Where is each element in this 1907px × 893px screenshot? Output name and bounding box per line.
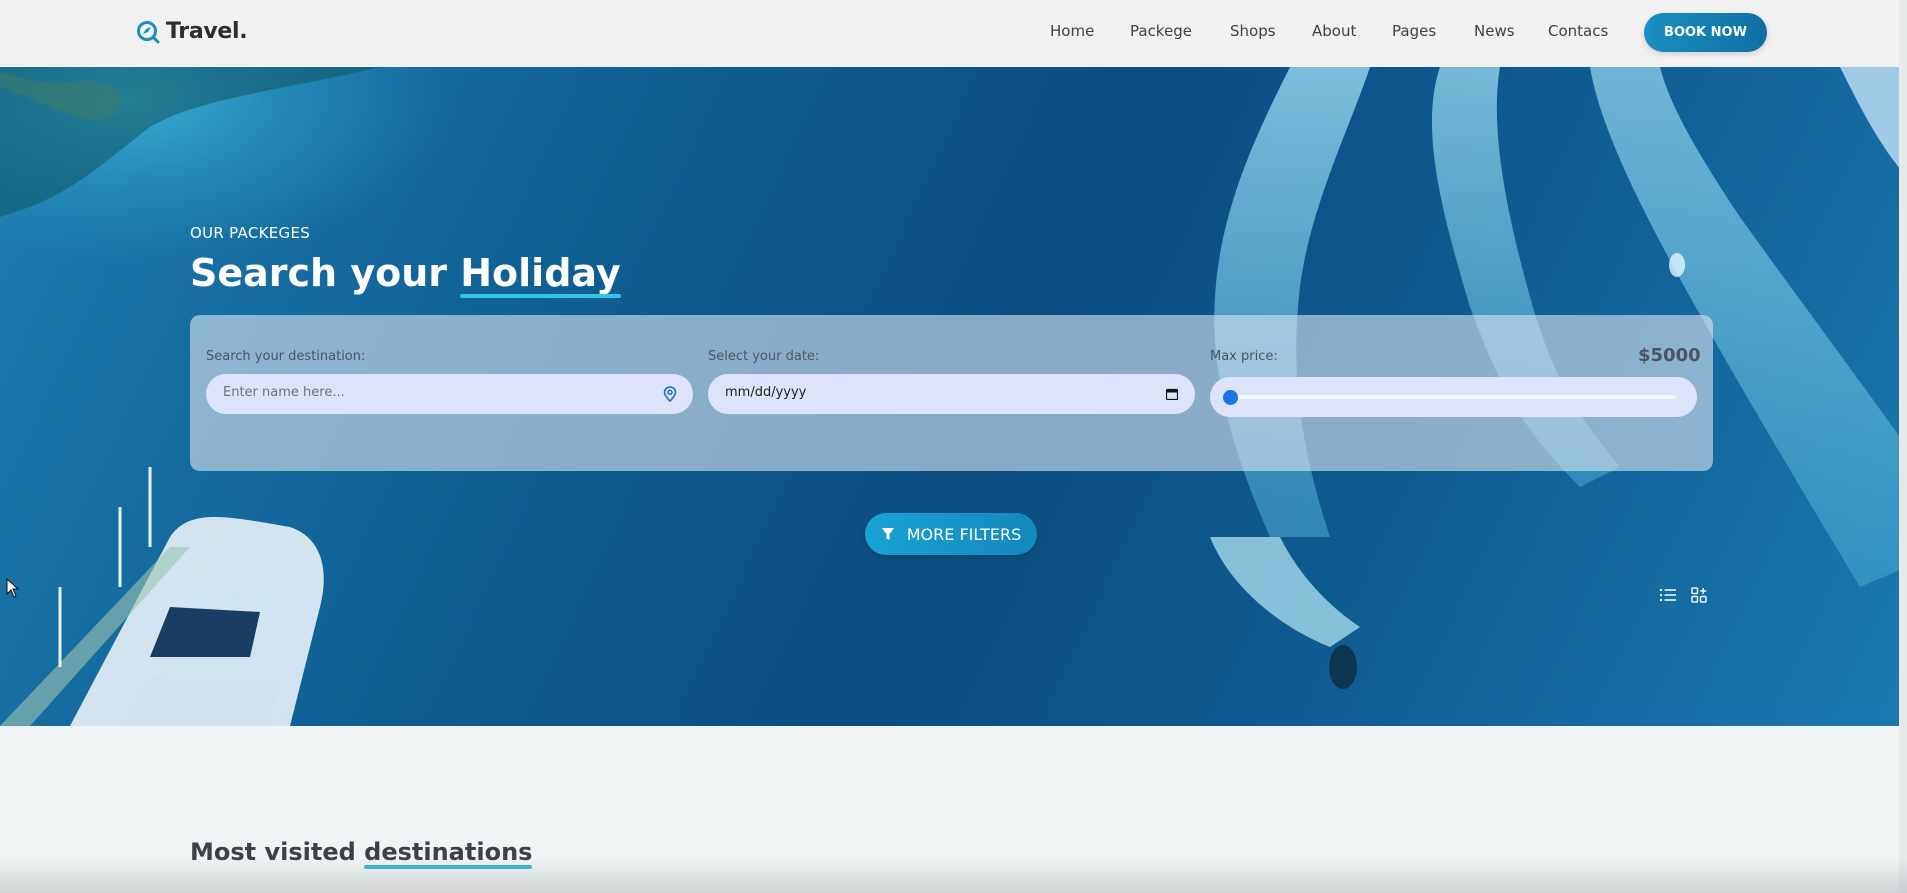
price-slider-thumb[interactable] xyxy=(1223,390,1238,405)
compass-search-icon xyxy=(137,20,160,43)
nav-item-contacs[interactable]: Contacs xyxy=(1548,22,1608,40)
filter-icon xyxy=(881,528,894,540)
brand-logo[interactable]: Travel. xyxy=(136,19,248,44)
hero-title-highlight: Holiday xyxy=(460,251,621,295)
mouse-cursor-icon xyxy=(6,578,20,598)
grid-view-icon[interactable] xyxy=(1691,587,1707,603)
tripadvisor-icon[interactable] xyxy=(253,587,275,605)
destination-placeholder: Enter name here... xyxy=(223,385,345,400)
list-view-icon[interactable] xyxy=(1659,587,1677,603)
brand-name: Travel. xyxy=(166,19,248,44)
price-label: Max price: xyxy=(1210,349,1278,364)
max-price-value: $5000 xyxy=(1638,345,1701,366)
destination-input[interactable]: Enter name here... xyxy=(206,374,693,414)
more-filters-button[interactable]: MORE FILTERS xyxy=(865,513,1037,555)
facebook-icon[interactable] xyxy=(191,587,209,605)
hero-title: Search your Holiday xyxy=(190,251,621,295)
instagram-icon[interactable] xyxy=(222,587,240,605)
date-label: Select your date: xyxy=(708,349,820,364)
search-panel: Search your destination: Enter name here… xyxy=(190,315,1713,471)
page-scrollbar[interactable] xyxy=(1899,0,1907,893)
calendar-icon[interactable] xyxy=(1166,388,1178,400)
more-filters-label: MORE FILTERS xyxy=(906,524,1022,544)
nav-item-home[interactable]: Home xyxy=(1050,22,1094,40)
hero-eyebrow: OUR PACKEGES xyxy=(190,224,311,242)
book-now-button[interactable]: BOOK NOW xyxy=(1644,13,1767,52)
nav-item-packege[interactable]: Packege xyxy=(1130,22,1192,40)
bottom-fade xyxy=(0,858,1907,893)
nav-item-about[interactable]: About xyxy=(1312,22,1356,40)
date-value: mm/dd/yyyy xyxy=(725,385,807,400)
nav-item-news[interactable]: News xyxy=(1474,22,1515,40)
hero-title-text: Search your xyxy=(190,251,461,295)
location-pin-icon xyxy=(663,386,677,402)
top-navbar: Travel. Home Packege Shops About Pages N… xyxy=(0,0,1907,67)
price-slider[interactable] xyxy=(1210,377,1697,417)
view-toggle xyxy=(1659,587,1707,603)
nav-item-shops[interactable]: Shops xyxy=(1230,22,1276,40)
hero-section: OUR PACKEGES Search your Holiday Search … xyxy=(0,67,1907,726)
nav-item-pages[interactable]: Pages xyxy=(1392,22,1436,40)
date-input[interactable]: mm/dd/yyyy xyxy=(708,374,1195,414)
price-slider-track xyxy=(1230,395,1676,399)
social-links xyxy=(191,587,275,605)
destination-label: Search your destination: xyxy=(206,349,366,364)
